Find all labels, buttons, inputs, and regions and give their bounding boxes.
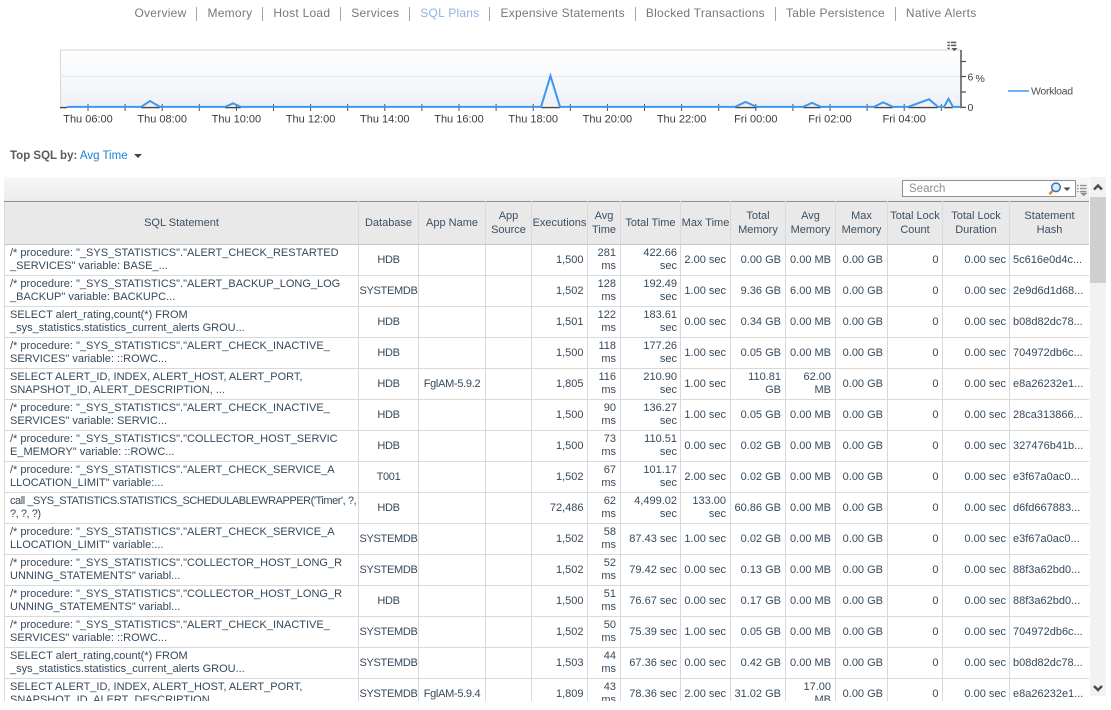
- svg-text:Thu 18:00: Thu 18:00: [508, 114, 558, 126]
- svg-text:Thu 20:00: Thu 20:00: [583, 114, 633, 126]
- svg-text:Fri 00:00: Fri 00:00: [734, 114, 777, 126]
- svg-text:0: 0: [968, 102, 974, 114]
- svg-text:Thu 22:00: Thu 22:00: [657, 114, 707, 126]
- svg-text:Thu 16:00: Thu 16:00: [434, 114, 484, 126]
- svg-text:Thu 06:00: Thu 06:00: [63, 114, 113, 126]
- svg-text:Workload: Workload: [1031, 86, 1073, 98]
- svg-text:Thu 12:00: Thu 12:00: [286, 114, 336, 126]
- svg-text:Fri 02:00: Fri 02:00: [808, 114, 851, 126]
- svg-text:Thu 08:00: Thu 08:00: [137, 114, 187, 126]
- svg-text:%: %: [976, 73, 985, 85]
- svg-text:Thu 14:00: Thu 14:00: [360, 114, 410, 126]
- svg-text:Fri 04:00: Fri 04:00: [882, 114, 925, 126]
- svg-text:6: 6: [968, 71, 974, 83]
- svg-text:Thu 10:00: Thu 10:00: [212, 114, 262, 126]
